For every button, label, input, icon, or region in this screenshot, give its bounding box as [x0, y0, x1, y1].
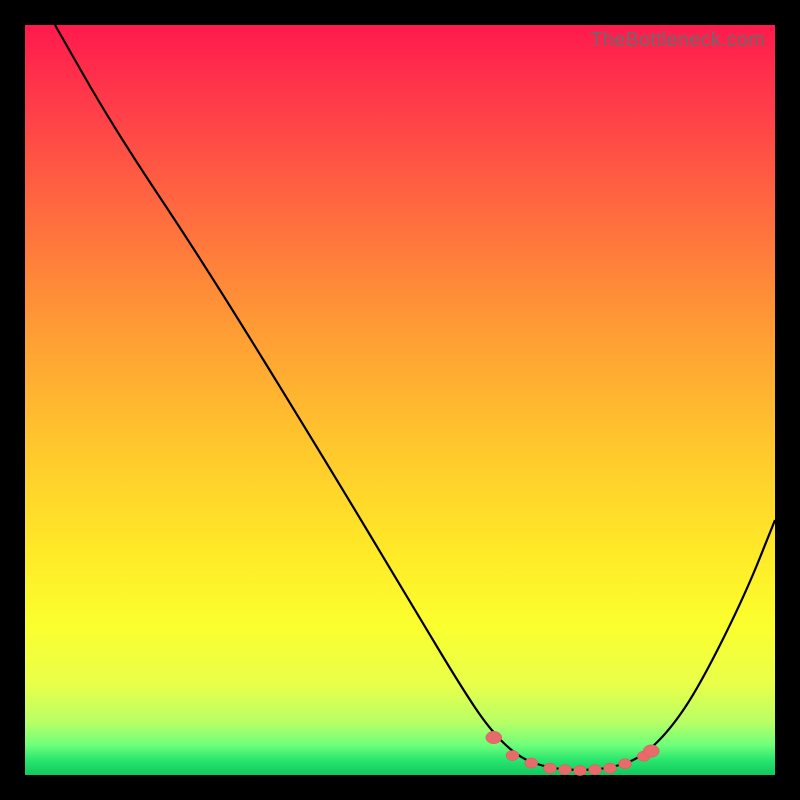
bottleneck-curve-svg [25, 25, 775, 775]
bottleneck-curve-line [55, 25, 775, 770]
curve-bead [525, 758, 538, 768]
curve-bead [544, 763, 557, 773]
curve-bead [589, 765, 602, 775]
curve-bead [643, 745, 659, 757]
chart-plot-area: TheBottleneck.com [25, 25, 775, 775]
watermark-text: TheBottleneck.com [590, 29, 765, 52]
curve-bead [506, 750, 519, 760]
curve-bead [574, 765, 587, 775]
curve-bead [486, 731, 502, 743]
curve-bead [619, 759, 632, 769]
curve-bead [604, 763, 617, 773]
curve-bead [559, 765, 572, 775]
